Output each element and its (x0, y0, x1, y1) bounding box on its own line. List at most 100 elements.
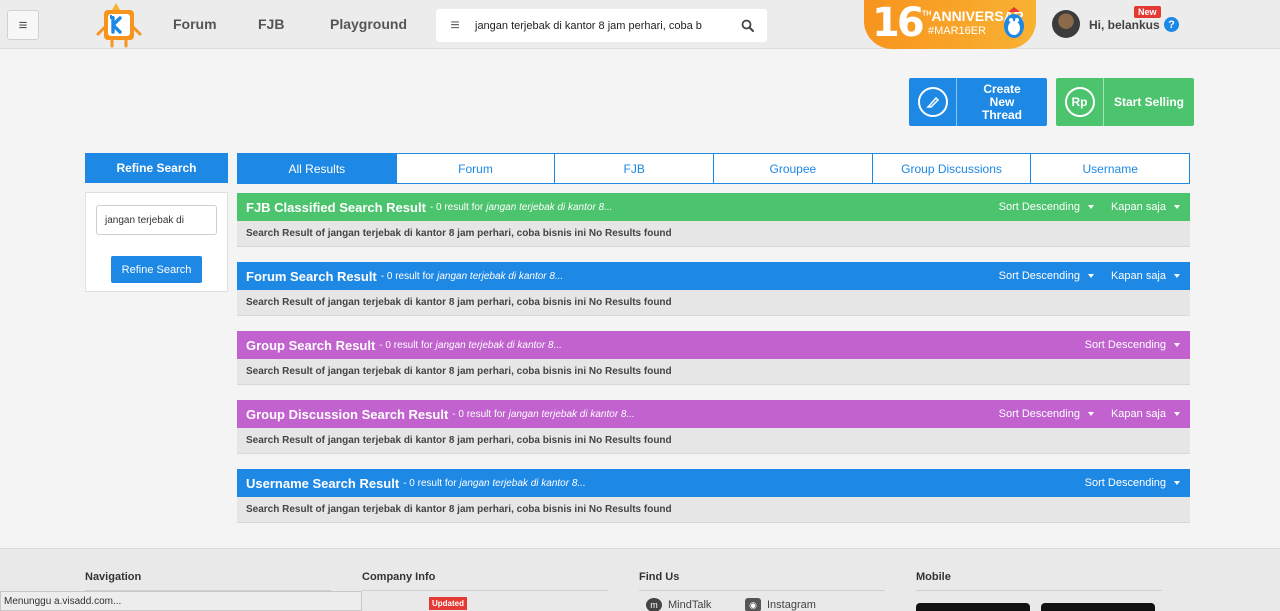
footer-company-column: Company Info (362, 571, 608, 591)
caret-down-icon (1174, 343, 1180, 347)
help-icon[interactable]: ? (1164, 17, 1179, 32)
nav-fjb[interactable]: FJB (258, 16, 284, 32)
instagram-link[interactable]: ◉ Instagram (745, 598, 816, 611)
search-submit-button[interactable] (727, 19, 767, 32)
user-greeting[interactable]: Hi, belankus (1089, 18, 1160, 32)
updated-badge: Updated (429, 597, 467, 610)
new-badge: New (1134, 6, 1161, 18)
result-header: Forum Search Result - 0 result for janga… (237, 262, 1190, 290)
result-keyword: jangan terjebak di kantor 8... (435, 339, 562, 351)
group-result-section: Group Search Result - 0 result for janga… (237, 331, 1190, 385)
tab-all-results[interactable]: All Results (238, 154, 397, 183)
result-tabs: All Results Forum FJB Groupee Group Disc… (237, 153, 1190, 184)
rupiah-icon: Rp (1064, 87, 1095, 117)
sort-label: Sort Descending (1084, 477, 1166, 489)
result-body: Search Result of jangan terjebak di kant… (237, 290, 1190, 316)
create-thread-label: Create New Thread (981, 81, 1022, 122)
footer-findus-column: Find Us (639, 571, 885, 591)
caret-down-icon (1174, 412, 1180, 416)
sort-dropdown[interactable]: Sort Descending (1085, 477, 1180, 489)
anniversary-sup: TH (922, 10, 932, 18)
create-thread-icon-wrap (909, 78, 957, 126)
list-icon: ≡ (450, 16, 460, 34)
result-header: Username Search Result - 0 result for ja… (237, 469, 1190, 497)
browser-status-bar: Menunggu a.visadd.com... (0, 591, 362, 611)
result-header: Group Discussion Search Result - 0 resul… (237, 400, 1190, 428)
sort-label: Sort Descending (998, 201, 1080, 213)
caret-down-icon (1087, 205, 1094, 209)
anniversary-number: 16 (872, 0, 925, 46)
refine-search-button[interactable]: Refine Search (111, 256, 202, 283)
result-title: Forum Search Result (246, 268, 377, 284)
time-dropdown[interactable]: Kapan saja (1111, 201, 1180, 213)
caret-down-icon (1174, 205, 1180, 209)
sort-dropdown[interactable]: Sort Descending (999, 270, 1094, 282)
sort-dropdown[interactable]: Sort Descending (1085, 339, 1180, 351)
mascot-icon (1004, 7, 1024, 38)
caret-down-icon (1174, 274, 1180, 278)
sort-dropdown[interactable]: Sort Descending (999, 408, 1094, 420)
forum-result-section: Forum Search Result - 0 result for janga… (237, 262, 1190, 316)
result-count: - 0 result for (452, 408, 506, 420)
nav-playground[interactable]: Playground (330, 16, 407, 32)
sort-label: Sort Descending (998, 408, 1080, 420)
result-body: Search Result of jangan terjebak di kant… (237, 359, 1190, 385)
tab-fjb[interactable]: FJB (555, 154, 715, 183)
refine-search-title: Refine Search (85, 153, 228, 183)
result-controls: Sort Descending Kapan saja (999, 270, 1190, 282)
main-menu-button[interactable]: ≡ (7, 10, 39, 40)
result-title: Group Discussion Search Result (246, 406, 449, 422)
footer-mobile-heading: Mobile (916, 571, 1162, 591)
nav-forum[interactable]: Forum (173, 16, 217, 32)
instagram-icon: ◉ (745, 598, 761, 611)
fjb-result-section: FJB Classified Search Result - 0 result … (237, 193, 1190, 247)
app-store-badge[interactable] (916, 603, 1030, 611)
time-dropdown[interactable]: Kapan saja (1111, 408, 1180, 420)
tab-group-discussions[interactable]: Group Discussions (873, 154, 1032, 183)
kaskus-logo[interactable] (90, 2, 144, 48)
caret-down-icon (1087, 412, 1094, 416)
group-discussion-result-section: Group Discussion Search Result - 0 resul… (237, 400, 1190, 454)
create-thread-button[interactable]: Create New Thread (909, 78, 1047, 126)
time-label: Kapan saja (1110, 408, 1166, 420)
play-store-badge[interactable] (1041, 603, 1155, 611)
time-label: Kapan saja (1110, 201, 1166, 213)
search-bar: ≡ jangan terjebak di kantor 8 jam perhar… (436, 9, 767, 42)
search-category-menu[interactable]: ≡ (436, 9, 474, 42)
footer-company-heading: Company Info (362, 571, 608, 591)
result-count: - 0 result for (380, 270, 435, 282)
result-count: - 0 result for (379, 339, 433, 351)
mindtalk-label: MindTalk (668, 599, 712, 611)
result-controls: Sort Descending Kapan saja (999, 201, 1190, 213)
result-body: Search Result of jangan terjebak di kant… (237, 221, 1190, 247)
result-header: Group Search Result - 0 result for janga… (237, 331, 1190, 359)
sort-dropdown[interactable]: Sort Descending (999, 201, 1094, 213)
refine-search-input[interactable]: jangan terjebak di (96, 205, 217, 235)
caret-down-icon (1174, 481, 1180, 485)
time-label: Kapan saja (1110, 270, 1166, 282)
search-input[interactable]: jangan terjebak di kantor 8 jam perhari,… (474, 20, 727, 32)
mindtalk-icon: m (646, 598, 662, 611)
mindtalk-link[interactable]: m MindTalk (646, 598, 711, 611)
result-title: FJB Classified Search Result (246, 199, 426, 215)
start-selling-button[interactable]: Rp Start Selling (1056, 78, 1194, 126)
tab-forum[interactable]: Forum (397, 154, 556, 183)
result-controls: Sort Descending Kapan saja (999, 408, 1190, 420)
result-header: FJB Classified Search Result - 0 result … (237, 193, 1190, 221)
result-controls: Sort Descending (1085, 477, 1190, 489)
result-count: - 0 result for (403, 477, 457, 489)
time-dropdown[interactable]: Kapan saja (1111, 270, 1180, 282)
tab-groupee[interactable]: Groupee (714, 154, 873, 183)
footer-mobile-column: Mobile (916, 571, 1162, 591)
refine-search-panel: jangan terjebak di Refine Search (85, 192, 228, 292)
top-navbar: ≡ Forum FJB Playground ≡ jangan terjebak… (0, 0, 1280, 49)
footer-navigation-heading: Navigation (85, 571, 331, 591)
tab-username[interactable]: Username (1031, 154, 1189, 183)
result-keyword: jangan terjebak di kantor 8... (459, 477, 586, 489)
result-controls: Sort Descending (1085, 339, 1190, 351)
anniversary-banner[interactable]: 16 THANNIVERSAR #MAR16ER (864, 0, 1036, 49)
result-keyword: jangan terjebak di kantor 8... (508, 408, 635, 420)
start-selling-label: Start Selling (1113, 94, 1184, 109)
user-avatar[interactable] (1052, 10, 1080, 38)
result-count: - 0 result for (429, 201, 484, 213)
